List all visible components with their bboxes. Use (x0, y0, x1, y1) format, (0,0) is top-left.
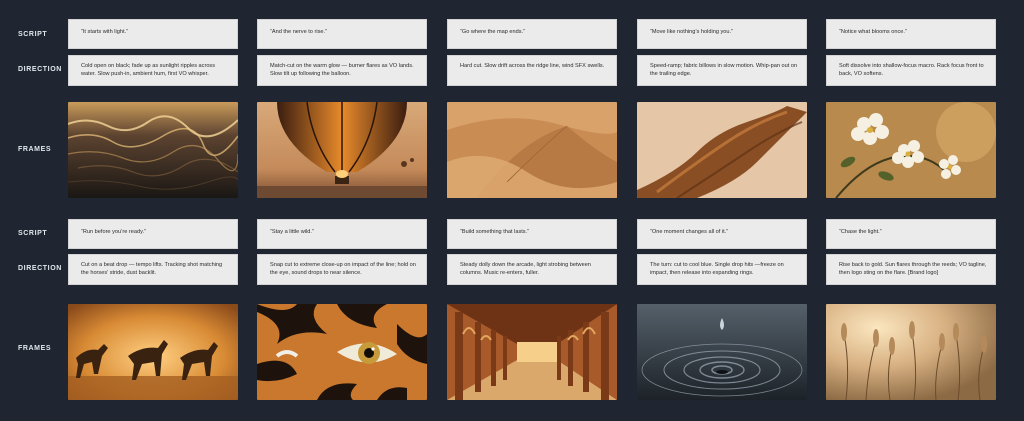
direction-text: Snap cut to extreme close-up on impact o… (270, 262, 416, 276)
direction-card[interactable]: Speed-ramp; fabric billows in slow motio… (637, 55, 807, 86)
frame-white-blossoms[interactable] (826, 102, 996, 198)
frame-tiger-eye[interactable] (257, 304, 427, 400)
direction-text: Speed-ramp; fabric billows in slow motio… (650, 63, 798, 77)
direction-card[interactable]: Rise back to gold. Sun flares through th… (826, 254, 996, 285)
direction-card[interactable]: Soft dissolve into shallow-focus macro. … (826, 55, 996, 86)
script-card[interactable]: “Go where the map ends.” (447, 19, 617, 49)
frame-stone-arcade[interactable] (447, 304, 617, 400)
frame-desert-dunes[interactable] (447, 102, 617, 198)
script-card[interactable]: “Chase the light.” (826, 219, 996, 249)
direction-text: Cut on a beat drop — tempo lifts. Tracki… (81, 262, 223, 276)
sunlit-water-image (68, 102, 238, 198)
direction-card[interactable]: Match-cut on the warm glow — burner flar… (257, 55, 427, 86)
frame-flowing-fabric[interactable] (637, 102, 807, 198)
script-card[interactable]: “Build something that lasts.” (447, 219, 617, 249)
script-card[interactable]: “Move like nothing’s holding you.” (637, 19, 807, 49)
direction-card[interactable]: Cold open on black; fade up as sunlight … (68, 55, 238, 86)
direction-card[interactable]: Snap cut to extreme close-up on impact o… (257, 254, 427, 285)
script-card[interactable]: “Stay a little wild.” (257, 219, 427, 249)
row-label-script: SCRIPT (18, 31, 48, 38)
direction-text: Soft dissolve into shallow-focus macro. … (839, 63, 984, 77)
script-card[interactable]: “Notice what blooms once.” (826, 19, 996, 49)
white-blossoms-image (826, 102, 996, 198)
frame-golden-reeds[interactable] (826, 304, 996, 400)
frame-sunlit-water[interactable] (68, 102, 238, 198)
script-text: “It starts with light.” (81, 29, 128, 35)
script-text: “Notice what blooms once.” (839, 29, 907, 35)
script-card[interactable]: “It starts with light.” (68, 19, 238, 49)
script-text: “And the nerve to rise.” (270, 29, 327, 35)
script-text: “Stay a little wild.” (270, 229, 314, 235)
script-card[interactable]: “One moment changes all of it.” (637, 219, 807, 249)
script-text: “Run before you’re ready.” (81, 229, 146, 235)
direction-card[interactable]: Steady dolly down the arcade, light stro… (447, 254, 617, 285)
water-drop-ripples-image (637, 304, 807, 400)
stone-arcade-image (447, 304, 617, 400)
row-label-frames: FRAMES (18, 345, 52, 352)
row-label-script: SCRIPT (18, 230, 48, 237)
row-label-frames: FRAMES (18, 146, 52, 153)
script-text: “One moment changes all of it.” (650, 229, 729, 235)
tiger-eye-image (257, 304, 427, 400)
script-text: “Go where the map ends.” (460, 29, 525, 35)
direction-text: The turn: cut to cool blue. Single drop … (650, 262, 784, 276)
hot-air-balloon-image (257, 102, 427, 198)
script-text: “Move like nothing’s holding you.” (650, 29, 733, 35)
golden-reeds-image (826, 304, 996, 400)
running-horses-image (68, 304, 238, 400)
direction-text: Cold open on black; fade up as sunlight … (81, 63, 216, 77)
row-label-direction: DIRECTION (18, 265, 62, 272)
desert-dunes-image (447, 102, 617, 198)
script-text: “Build something that lasts.” (460, 229, 530, 235)
direction-card[interactable]: Hard cut. Slow drift across the ridge li… (447, 55, 617, 86)
script-card[interactable]: “Run before you’re ready.” (68, 219, 238, 249)
flowing-fabric-image (637, 102, 807, 198)
frame-water-drop-ripples[interactable] (637, 304, 807, 400)
row-label-direction: DIRECTION (18, 66, 62, 73)
direction-text: Hard cut. Slow drift across the ridge li… (460, 63, 605, 69)
frame-hot-air-balloon[interactable] (257, 102, 427, 198)
direction-text: Rise back to gold. Sun flares through th… (839, 262, 987, 276)
direction-card[interactable]: Cut on a beat drop — tempo lifts. Tracki… (68, 254, 238, 285)
direction-card[interactable]: The turn: cut to cool blue. Single drop … (637, 254, 807, 285)
direction-text: Steady dolly down the arcade, light stro… (460, 262, 591, 276)
script-card[interactable]: “And the nerve to rise.” (257, 19, 427, 49)
frame-running-horses[interactable] (68, 304, 238, 400)
direction-text: Match-cut on the warm glow — burner flar… (270, 63, 414, 77)
script-text: “Chase the light.” (839, 229, 882, 235)
